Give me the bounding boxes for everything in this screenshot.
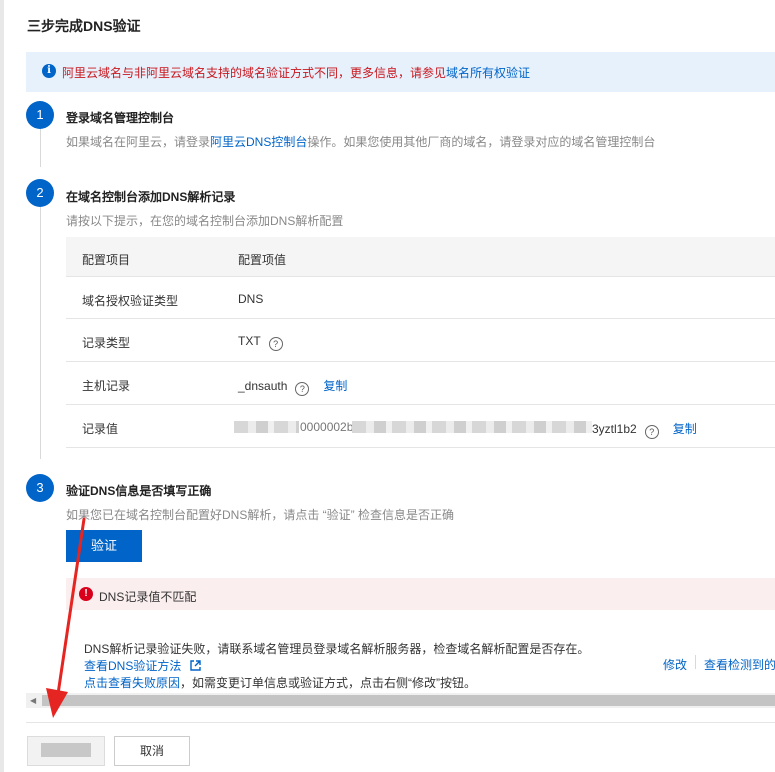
- row-label: 主机记录: [82, 379, 131, 393]
- row-value: _dnsauth? 复制: [238, 379, 348, 396]
- question-circle-icon[interactable]: ?: [295, 382, 310, 396]
- scrollbar-thumb[interactable]: [42, 695, 775, 706]
- table-header: 配置项目 配置项值: [66, 237, 775, 277]
- row-label: 记录类型: [82, 336, 131, 350]
- row-value: DNS: [238, 292, 264, 306]
- copy-host-button[interactable]: 复制: [323, 379, 347, 393]
- notice-link[interactable]: 域名所有权验证: [446, 66, 530, 80]
- step-1-number: 1: [26, 101, 54, 129]
- error-detail: DNS解析记录验证失败，请联系域名管理员登录域名解析服务器，检查域名解析配置是否…: [84, 642, 590, 656]
- table-row: 记录值 0000002b 3yztl1b2? 复制: [66, 405, 775, 448]
- row-label: 记录值: [82, 422, 119, 436]
- info-icon: i: [42, 64, 56, 78]
- step-3-number: 3: [26, 474, 54, 502]
- error-message: DNS记录值不匹配: [99, 590, 197, 604]
- step-3-title: 验证DNS信息是否填写正确: [66, 484, 212, 498]
- footer-divider: [26, 722, 775, 723]
- step-1-desc: 如果域名在阿里云，请登录阿里云DNS控制台操作。如果您使用其他厂商的域名，请登录…: [66, 135, 656, 149]
- scroll-left-arrow-icon[interactable]: ◀: [30, 696, 36, 705]
- record-value-partial: 3yztl1b2? 复制: [592, 422, 697, 439]
- table-row: 域名授权验证类型 DNS: [66, 277, 775, 319]
- divider: [695, 655, 696, 669]
- step-3-desc: 如果您已在域名控制台配置好DNS解析，请点击 “验证” 检查信息是否正确: [66, 508, 454, 522]
- record-value-partial-start: 0000002b: [299, 420, 355, 434]
- external-link-icon: [189, 660, 201, 671]
- header-config-item: 配置项目: [82, 253, 131, 267]
- copy-record-button[interactable]: 复制: [673, 422, 697, 436]
- row-label: 域名授权验证类型: [82, 294, 179, 308]
- cancel-button[interactable]: 取消: [114, 736, 190, 766]
- step-2-desc: 请按以下提示，在您的域名控制台添加DNS解析配置: [66, 214, 344, 228]
- step-connector: [40, 129, 41, 167]
- redacted-value: [352, 421, 592, 433]
- redacted-button-label: [41, 743, 91, 757]
- dns-console-link[interactable]: 阿里云DNS控制台: [210, 135, 307, 149]
- check-detected-link[interactable]: 查看检测到的: [704, 656, 775, 673]
- failure-reason-link[interactable]: 点击查看失败原因: [84, 676, 180, 690]
- modify-button[interactable]: 修改: [663, 656, 687, 673]
- header-config-value: 配置项值: [238, 253, 287, 267]
- left-edge-strip: [0, 0, 4, 772]
- error-circle-icon: !: [79, 587, 93, 601]
- dns-doc-link[interactable]: 查看DNS验证方法: [84, 657, 201, 674]
- step-1-title: 登录域名管理控制台: [66, 111, 175, 125]
- step-connector: [40, 207, 41, 459]
- step-2-title: 在域名控制台添加DNS解析记录: [66, 190, 236, 204]
- notice-text: 阿里云域名与非阿里云域名支持的域名验证方式不同，更多信息，请参见域名所有权验证: [62, 66, 531, 80]
- failure-reason-line: 点击查看失败原因，如需变更订单信息或验证方式，点击右侧“修改”按钮。: [84, 676, 477, 690]
- question-circle-icon[interactable]: ?: [268, 337, 283, 351]
- table-row: 记录类型 TXT?: [66, 319, 775, 362]
- table-row: 主机记录 _dnsauth? 复制: [66, 362, 775, 405]
- question-circle-icon[interactable]: ?: [644, 425, 659, 439]
- step-2-number: 2: [26, 179, 54, 207]
- verify-button[interactable]: 验证: [66, 530, 142, 562]
- row-value: TXT?: [238, 334, 283, 351]
- dialog-title: 三步完成DNS验证: [27, 18, 141, 34]
